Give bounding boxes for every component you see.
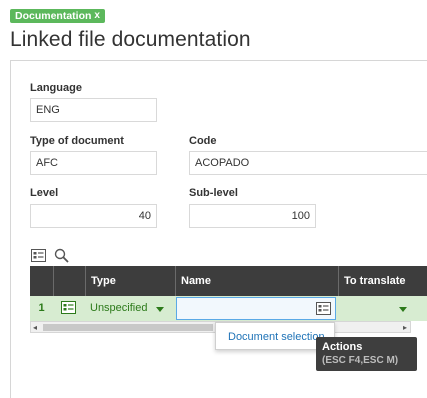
menu-item-document-selection[interactable]: Document selection	[228, 331, 325, 343]
sub-level-field[interactable]: 100	[189, 204, 316, 228]
code-label: Code	[189, 135, 217, 147]
scroll-thumb[interactable]	[43, 324, 213, 331]
type-of-document-label: Type of document	[30, 135, 124, 147]
row-name-input[interactable]	[176, 297, 336, 320]
grid-header-type[interactable]: Type	[85, 266, 175, 296]
search-icon[interactable]	[54, 248, 69, 266]
language-field[interactable]: ENG	[30, 98, 157, 122]
level-label: Level	[30, 187, 59, 199]
to-translate-chevron-down-icon[interactable]	[399, 307, 407, 312]
grid-header-to-translate[interactable]: To translate	[338, 266, 427, 296]
row-type-value[interactable]: Unspecified	[90, 296, 147, 321]
type-chevron-down-icon[interactable]	[156, 307, 164, 312]
close-icon[interactable]: x	[94, 9, 100, 23]
scroll-right-icon[interactable]: ▸	[403, 323, 407, 332]
grid-header: Type Name To translate	[30, 266, 427, 296]
page-title: Linked file documentation	[10, 28, 251, 51]
documentation-tab-tag[interactable]: Documentation x	[10, 9, 105, 23]
scroll-left-icon[interactable]: ◂	[33, 323, 37, 332]
grid-header-icon-col	[53, 266, 85, 296]
grid-header-name[interactable]: Name	[175, 266, 338, 296]
tooltip-shortcut: (ESC F4,ESC M)	[322, 355, 399, 366]
code-field[interactable]: ACOPADO	[189, 151, 427, 175]
table-row[interactable]: 1 Unspecified	[30, 296, 427, 321]
type-of-document-field[interactable]: AFC	[30, 151, 157, 175]
language-label: Language	[30, 82, 82, 94]
row-number: 1	[38, 302, 45, 314]
tag-label: Documentation	[15, 10, 92, 22]
level-field[interactable]: 40	[30, 204, 157, 228]
actions-tooltip: Actions (ESC F4,ESC M)	[316, 337, 417, 371]
sub-level-label: Sub-level	[189, 187, 238, 199]
name-lookup-icon[interactable]	[316, 302, 331, 318]
detail-view-icon[interactable]	[31, 249, 46, 265]
tooltip-title: Actions	[322, 341, 363, 353]
row-detail-icon[interactable]	[61, 301, 76, 317]
